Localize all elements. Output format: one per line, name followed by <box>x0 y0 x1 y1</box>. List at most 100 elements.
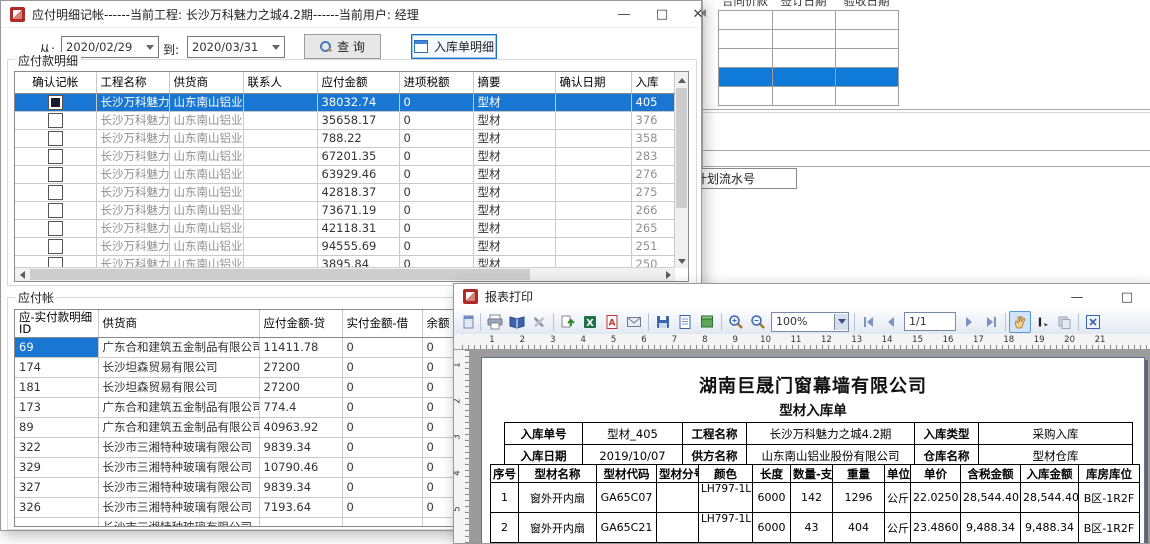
prev-page-icon[interactable] <box>880 311 902 333</box>
table-row[interactable]: 长沙万科魅力... 山东南山铝业... 788.22 0 型材 358 <box>15 129 674 147</box>
account-col-header[interactable]: 供货商 <box>98 310 259 337</box>
cell-stockin-no[interactable]: 266 <box>631 201 674 219</box>
pdf-icon[interactable]: A <box>601 311 623 333</box>
cell-supplier[interactable]: 山东南山铝业... <box>169 129 243 147</box>
cell-supplier[interactable]: 长沙市三湘特种玻璃有限公司 <box>98 517 259 527</box>
cell-credit[interactable]: 27200 <box>259 357 342 377</box>
bg-grid-cell[interactable] <box>772 10 836 30</box>
cell-contact[interactable] <box>243 129 317 147</box>
table-row[interactable]: 长沙万科魅力... 山东南山铝业... 42118.31 0 型材 265 <box>15 219 674 237</box>
table-row[interactable]: 长沙万科魅力... 山东南山铝业... 35658.17 0 型材 376 <box>15 111 674 129</box>
cell-supplier[interactable]: 山东南山铝业... <box>169 183 243 201</box>
confirm-checkbox[interactable] <box>48 131 63 146</box>
confirm-checkbox[interactable] <box>48 113 63 128</box>
cell-amount[interactable]: 63929.46 <box>317 165 399 183</box>
report-partial-icon[interactable] <box>455 311 477 333</box>
cell-tax[interactable]: 0 <box>399 147 473 165</box>
cell-tax[interactable]: 0 <box>399 111 473 129</box>
save-icon[interactable] <box>652 311 674 333</box>
cell-credit[interactable]: 774.4 <box>259 397 342 417</box>
confirm-checkbox[interactable] <box>48 149 63 164</box>
cell-summary[interactable]: 型材 <box>473 93 555 111</box>
cell-id[interactable]: 322 <box>15 437 98 457</box>
vertical-scrollbar[interactable] <box>675 72 688 268</box>
maximize-icon[interactable]: □ <box>647 1 677 27</box>
bg-grid-cell[interactable] <box>718 48 773 68</box>
cell-confirm-date[interactable] <box>555 129 631 147</box>
cell-summary[interactable]: 型材 <box>473 183 555 201</box>
cell-supplier[interactable]: 山东南山铝业... <box>169 237 243 255</box>
cell-debit[interactable]: 0 <box>342 497 422 517</box>
detail-col-header[interactable]: 摘要 <box>473 72 555 93</box>
horizontal-scrollbar[interactable] <box>15 267 675 281</box>
cell-debit[interactable]: 0 <box>342 417 422 437</box>
cell-debit[interactable]: 0 <box>342 337 422 357</box>
cell-confirm-date[interactable] <box>555 183 631 201</box>
cell-id[interactable] <box>15 517 98 527</box>
cell-supplier[interactable]: 长沙市三湘特种玻璃有限公司 <box>98 437 259 457</box>
bg-grid-cell[interactable] <box>772 48 836 68</box>
cell-debit[interactable]: 0 <box>342 477 422 497</box>
confirm-cell[interactable] <box>15 237 96 255</box>
cell-confirm-date[interactable] <box>555 147 631 165</box>
bg-grid-cell[interactable] <box>835 67 899 87</box>
cell-id[interactable]: 327 <box>15 477 98 497</box>
tools-icon[interactable] <box>528 311 550 333</box>
cell-summary[interactable]: 型材 <box>473 201 555 219</box>
confirm-checkbox[interactable] <box>48 221 63 236</box>
confirm-checkbox[interactable] <box>48 203 63 218</box>
cell-tax[interactable]: 0 <box>399 183 473 201</box>
cell-stockin-no[interactable]: 265 <box>631 219 674 237</box>
cell-contact[interactable] <box>243 201 317 219</box>
cell-contact[interactable] <box>243 183 317 201</box>
confirm-checkbox[interactable] <box>48 167 63 182</box>
cell-amount[interactable]: 67201.35 <box>317 147 399 165</box>
cell-debit[interactable]: 0 <box>342 357 422 377</box>
minimize-icon[interactable]: — <box>609 1 639 27</box>
to-date-combo[interactable]: 2020/03/31 <box>187 36 285 58</box>
cell-id[interactable]: 69 <box>15 337 98 357</box>
cell-amount[interactable]: 42818.37 <box>317 183 399 201</box>
cell-id[interactable]: 181 <box>15 377 98 397</box>
table-row[interactable]: 长沙万科魅力... 山东南山铝业... 42818.37 0 型材 275 <box>15 183 674 201</box>
cell-credit[interactable]: 11411.78 <box>259 337 342 357</box>
cell-project[interactable]: 长沙万科魅力... <box>96 219 169 237</box>
cell-tax[interactable]: 0 <box>399 237 473 255</box>
cell-credit[interactable]: 9839.34 <box>259 477 342 497</box>
cell-project[interactable]: 长沙万科魅力... <box>96 183 169 201</box>
zoom-out-icon[interactable] <box>747 311 769 333</box>
cell-id[interactable]: 329 <box>15 457 98 477</box>
cell-summary[interactable]: 型材 <box>473 147 555 165</box>
bg-grid-cell[interactable] <box>718 29 773 49</box>
cell-supplier[interactable]: 广东合和建筑五金制品有限公司 <box>98 397 259 417</box>
bg-grid-cell[interactable] <box>718 67 773 87</box>
cell-contact[interactable] <box>243 111 317 129</box>
cell-project[interactable]: 长沙万科魅力... <box>96 93 169 111</box>
cell-confirm-date[interactable] <box>555 165 631 183</box>
detail-col-header[interactable]: 应付金额 <box>317 72 399 93</box>
cell-supplier[interactable]: 长沙市三湘特种玻璃有限公司 <box>98 497 259 517</box>
cell-credit[interactable]: 7193.64 <box>259 497 342 517</box>
export-icon[interactable] <box>557 311 579 333</box>
cell-contact[interactable] <box>243 165 317 183</box>
cell-stockin-no[interactable]: 376 <box>631 111 674 129</box>
cell-contact[interactable] <box>243 219 317 237</box>
scroll-down-icon[interactable] <box>675 255 688 267</box>
confirm-cell[interactable] <box>15 93 96 111</box>
cell-contact[interactable] <box>243 93 317 111</box>
cell-credit[interactable]: 10790.46 <box>259 457 342 477</box>
confirm-cell[interactable] <box>15 111 96 129</box>
detail-col-header[interactable]: 进项税额 <box>399 72 473 93</box>
zoom-level-combo[interactable]: 100% <box>771 312 849 332</box>
cell-supplier[interactable]: 山东南山铝业... <box>169 93 243 111</box>
report-canvas[interactable]: 湖南巨晟门窗幕墙有限公司 型材入库单 入库单号型材_405 工程名称长沙万科魅力… <box>469 350 1150 543</box>
doc-icon[interactable] <box>674 311 696 333</box>
cell-project[interactable]: 长沙万科魅力... <box>96 165 169 183</box>
cell-id[interactable]: 174 <box>15 357 98 377</box>
cell-id[interactable]: 326 <box>15 497 98 517</box>
cell-supplier[interactable]: 山东南山铝业... <box>169 219 243 237</box>
cell-confirm-date[interactable] <box>555 201 631 219</box>
next-page-icon[interactable] <box>958 311 980 333</box>
cell-supplier[interactable]: 广东合和建筑五金制品有限公司 <box>98 337 259 357</box>
cell-project[interactable]: 长沙万科魅力... <box>96 111 169 129</box>
